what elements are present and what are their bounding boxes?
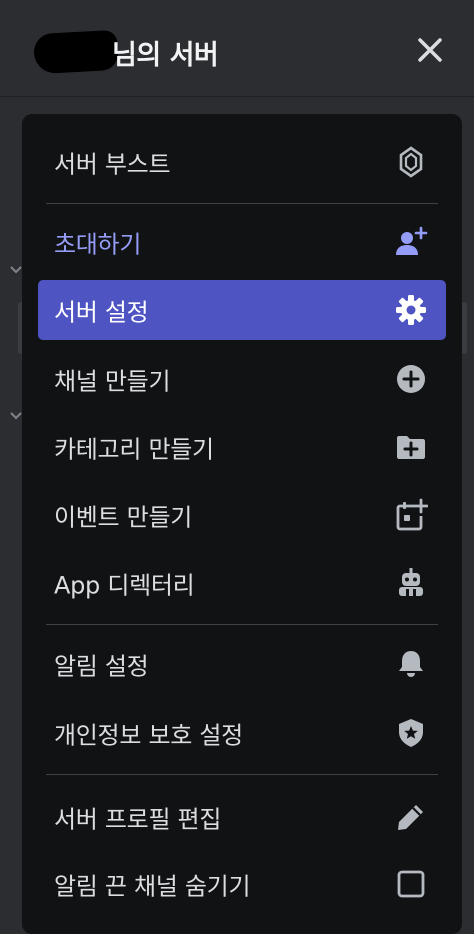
menu-divider (46, 774, 438, 775)
add-person-icon (394, 225, 428, 259)
menu-item-label: 개인정보 보호 설정 (54, 721, 243, 750)
menu-item-label: 초대하기 (54, 230, 142, 259)
folder-plus-icon (394, 430, 428, 464)
checkbox-icon[interactable] (394, 867, 428, 901)
menu-item-label: App 디렉터리 (54, 571, 195, 600)
menu-item-invite[interactable]: 초대하기 (38, 212, 446, 272)
menu-item-label: 서버 프로필 편집 (54, 805, 222, 834)
bell-icon (394, 647, 428, 681)
menu-divider (46, 624, 438, 625)
menu-item-privacy-settings[interactable]: 개인정보 보호 설정 (38, 703, 446, 763)
server-name: 님의 서버 (112, 40, 219, 71)
menu-item-label: 카테고리 만들기 (54, 435, 214, 464)
gear-icon (394, 293, 428, 327)
menu-item-create-category[interactable]: 카테고리 만들기 (38, 417, 446, 477)
menu-divider (46, 203, 438, 204)
menu-item-server-settings[interactable]: 서버 설정 (38, 280, 446, 340)
menu-item-server-boost[interactable]: 서버 부스트 (38, 132, 446, 192)
menu-item-label: 알림 끈 채널 숨기기 (54, 872, 251, 901)
menu-item-label: 이벤트 만들기 (54, 503, 193, 532)
robot-icon (394, 566, 428, 600)
server-dropdown-menu: 서버 부스트 초대하기 서버 설정 채널 만들기 카테고리 만들기 이벤트 만들… (22, 114, 462, 934)
menu-item-hide-muted-channels[interactable]: 알림 끈 채널 숨기기 (38, 854, 446, 914)
pencil-icon (394, 800, 428, 834)
calendar-plus-icon (394, 498, 429, 532)
menu-item-label: 서버 설정 (54, 298, 149, 327)
boost-gem-icon (394, 145, 428, 179)
server-header: 님의 서버 (0, 0, 474, 97)
menu-item-edit-server-profile[interactable]: 서버 프로필 편집 (38, 787, 446, 847)
menu-item-label: 알림 설정 (54, 652, 149, 681)
plus-circle-icon (394, 362, 428, 396)
menu-item-label: 채널 만들기 (54, 367, 171, 396)
redacted-username (33, 29, 119, 75)
menu-item-notification-settings[interactable]: 알림 설정 (38, 634, 446, 694)
close-icon[interactable] (412, 32, 448, 68)
shield-star-icon (394, 716, 428, 750)
menu-item-create-channel[interactable]: 채널 만들기 (38, 349, 446, 409)
menu-item-label: 서버 부스트 (54, 150, 171, 179)
menu-item-app-directory[interactable]: App 디렉터리 (38, 553, 446, 613)
menu-item-create-event[interactable]: 이벤트 만들기 (38, 485, 446, 545)
